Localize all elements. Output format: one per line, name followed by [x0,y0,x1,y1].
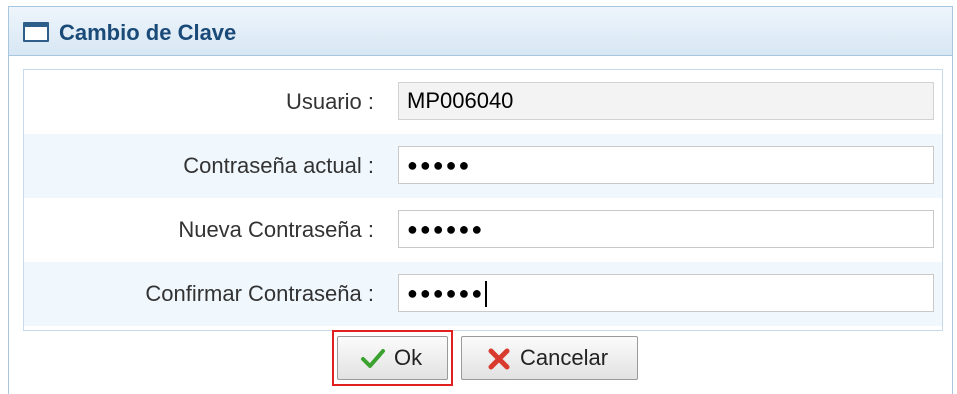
checkmark-icon [361,349,385,368]
window-icon [23,22,49,42]
confirmar-contrasena-label: Confirmar Contraseña : [145,281,374,306]
form-row-contrasena-actual: Contraseña actual : ●●●●● [24,134,942,198]
ok-button-label: Ok [394,345,423,370]
form-row-nueva-contrasena: Nueva Contraseña : ●●●●●● [24,198,942,262]
dialog-title: Cambio de Clave [59,20,237,45]
contrasena-actual-field[interactable]: ●●●●● [398,146,934,184]
usuario-label: Usuario : [285,89,374,114]
contrasena-actual-label: Contraseña actual : [183,153,374,178]
form-row-confirmar-contrasena: Confirmar Contraseña : ●●●●●● [24,262,942,326]
text-caret [485,281,488,308]
confirmar-contrasena-value: ●●●●●● [407,283,485,303]
password-form: Usuario : MP006040 Contraseña actual : ●… [23,69,943,331]
ok-button[interactable]: Ok [337,336,448,380]
change-password-dialog: Cambio de Clave Usuario : MP006040 Contr… [8,6,953,394]
dialog-titlebar: Cambio de Clave [9,6,952,56]
nueva-contrasena-label: Nueva Contraseña : [178,217,374,242]
close-x-icon [488,348,510,370]
cancel-button[interactable]: Cancelar [461,336,638,380]
confirmar-contrasena-field[interactable]: ●●●●●● [398,274,934,312]
form-row-usuario: Usuario : MP006040 [24,70,942,134]
usuario-field[interactable]: MP006040 [398,82,934,120]
nueva-contrasena-field[interactable]: ●●●●●● [398,210,934,248]
cancel-button-label: Cancelar [520,345,609,370]
